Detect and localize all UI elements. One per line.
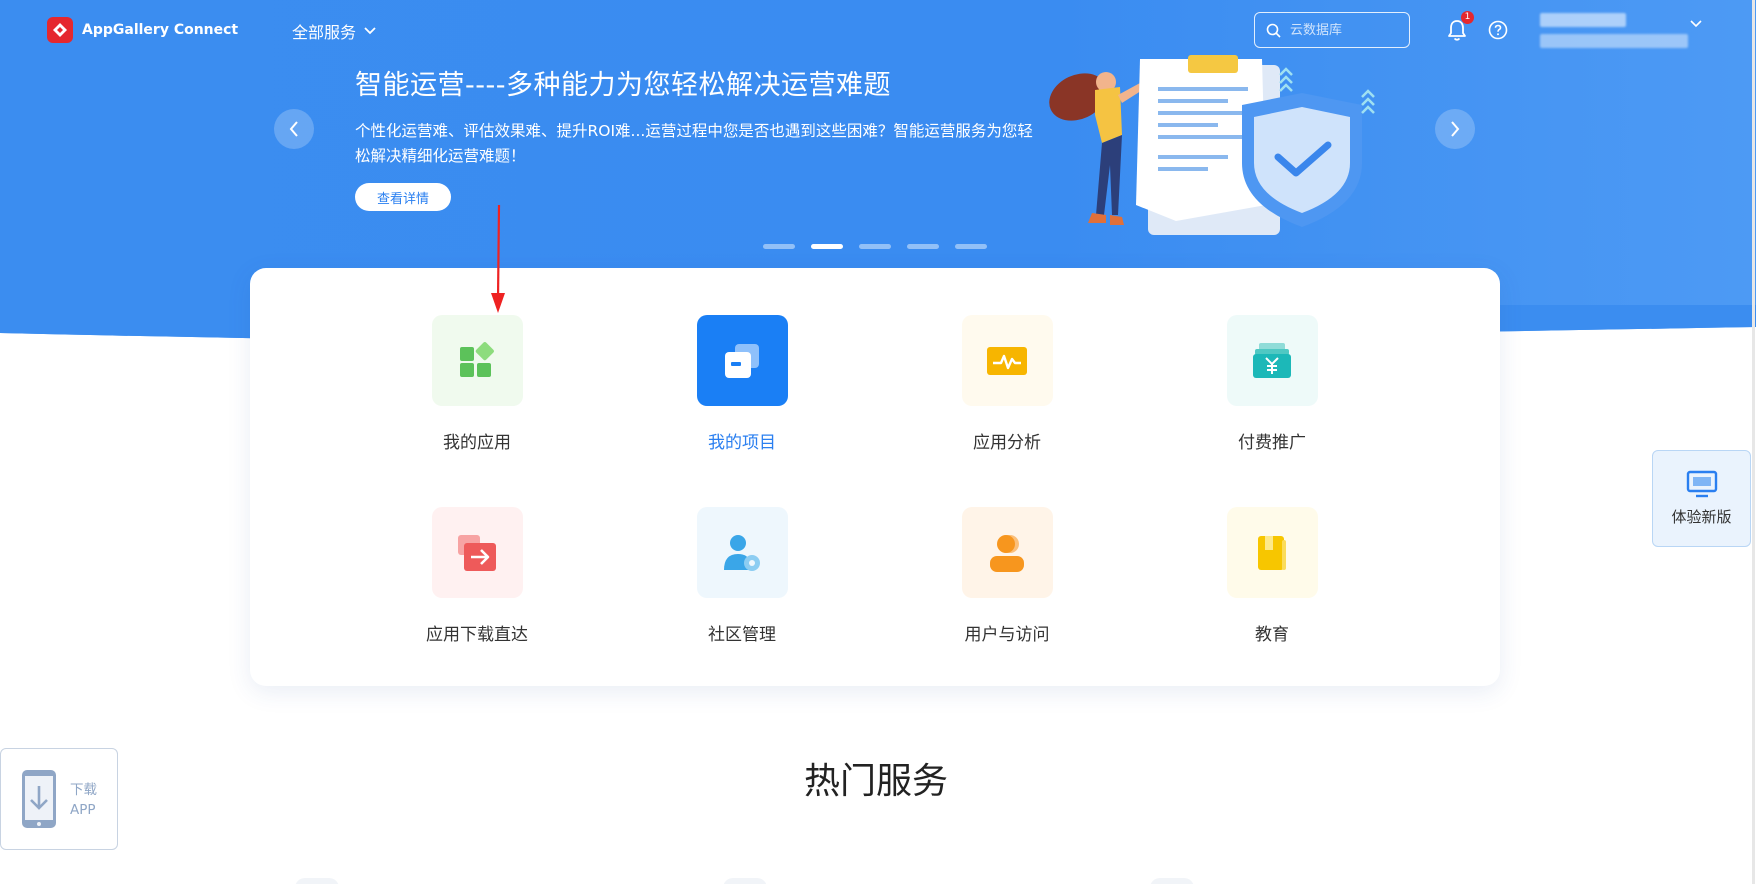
service-label: 我的项目 <box>708 433 776 453</box>
service-education[interactable]: 教育 <box>1192 507 1352 645</box>
search-input[interactable] <box>1290 22 1400 38</box>
carousel-indicators <box>763 244 987 249</box>
chevron-right-icon <box>1451 121 1460 137</box>
hot-service-item-top <box>1150 878 1194 884</box>
user-access-icon <box>961 507 1053 598</box>
view-details-button[interactable]: 查看详情 <box>355 183 451 211</box>
hot-service-item-top <box>295 878 339 884</box>
services-card: 我的应用 我的项目 应用分析 付费推广 应用下载直达 社区管理 用户与访问 教育 <box>250 268 1500 686</box>
service-label: 应用分析 <box>973 433 1041 453</box>
service-community[interactable]: 社区管理 <box>662 507 822 645</box>
project-icon <box>696 315 788 406</box>
banner-illustration <box>1049 55 1375 235</box>
education-icon <box>1226 507 1318 598</box>
service-label: 付费推广 <box>1238 433 1306 453</box>
service-label: 社区管理 <box>708 625 776 645</box>
top-nav: AppGallery Connect 全部服务 1 <box>0 0 1756 60</box>
carousel-next-button[interactable] <box>1435 109 1475 149</box>
service-download-direct[interactable]: 应用下载直达 <box>397 507 557 645</box>
appgallery-logo-icon <box>47 17 73 43</box>
hot-service-item-top <box>723 878 767 884</box>
service-my-projects[interactable]: 我的项目 <box>662 315 822 453</box>
service-label: 我的应用 <box>443 433 511 453</box>
user-account-menu[interactable] <box>1540 10 1710 50</box>
service-user-access[interactable]: 用户与访问 <box>927 507 1087 645</box>
app-grid-icon <box>431 315 523 406</box>
new-version-label: 体验新版 <box>1671 508 1732 526</box>
banner-title: 智能运营----多种能力为您轻松解决运营难题 <box>355 70 891 101</box>
notification-badge: 1 <box>1461 11 1474 24</box>
carousel-dot[interactable] <box>955 244 987 249</box>
help-icon[interactable] <box>1488 20 1508 40</box>
carousel-dot[interactable] <box>859 244 891 249</box>
annotation-arrow-icon <box>491 205 505 313</box>
all-services-menu[interactable]: 全部服务 <box>292 19 376 43</box>
user-id-redacted <box>1540 34 1688 48</box>
search-icon <box>1266 23 1281 38</box>
service-label: 教育 <box>1255 625 1289 645</box>
service-label: 应用下载直达 <box>426 625 528 645</box>
paid-promotion-icon <box>1226 315 1318 406</box>
page: AppGallery Connect 全部服务 1 <box>0 0 1756 884</box>
carousel-dot[interactable] <box>907 244 939 249</box>
carousel-prev-button[interactable] <box>274 109 314 149</box>
service-my-apps[interactable]: 我的应用 <box>397 315 557 453</box>
chevron-down-icon <box>1690 20 1702 28</box>
scrollbar-track[interactable] <box>1752 0 1755 884</box>
community-icon <box>696 507 788 598</box>
carousel-dot[interactable] <box>763 244 795 249</box>
service-app-analysis[interactable]: 应用分析 <box>927 315 1087 453</box>
service-label: 用户与访问 <box>964 625 1050 645</box>
carousel-dot-active[interactable] <box>811 244 843 249</box>
chevron-down-icon <box>364 27 376 35</box>
chevron-left-icon <box>289 121 298 137</box>
app-name: AppGallery Connect <box>82 22 239 38</box>
try-new-version-button[interactable]: 体验新版 <box>1652 450 1751 547</box>
all-services-label: 全部服务 <box>292 23 357 42</box>
banner-description: 个性化运营难、评估效果难、提升ROI难...运营过程中您是否也遇到这些困难？智能… <box>355 122 1033 165</box>
user-name-redacted <box>1540 13 1626 27</box>
search-box[interactable] <box>1254 12 1410 48</box>
hot-services-title: 热门服务 <box>803 761 948 802</box>
service-paid-promotion[interactable]: 付费推广 <box>1192 315 1352 453</box>
monitor-icon <box>1686 470 1717 498</box>
download-direct-icon <box>431 507 523 598</box>
app-logo[interactable]: AppGallery Connect <box>47 17 238 43</box>
analysis-icon <box>961 315 1053 406</box>
